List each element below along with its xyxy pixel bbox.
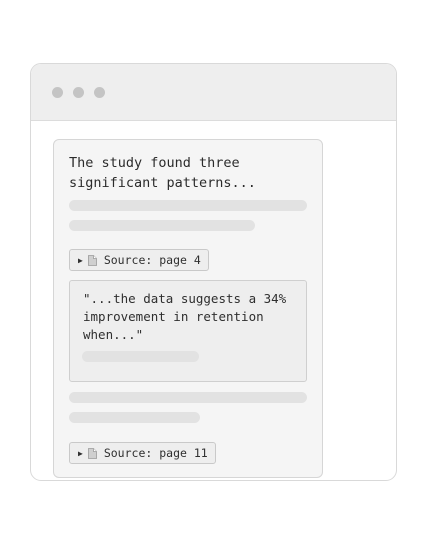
document-icon (87, 254, 97, 266)
source-label: Source: page 4 (103, 253, 201, 267)
browser-window: The study found three significant patter… (30, 63, 397, 481)
source-label: Source: page 11 (103, 446, 208, 460)
answer-lead-text: The study found three significant patter… (69, 155, 256, 191)
document-icon (87, 447, 97, 459)
source-citation-button[interactable]: ▶ Source: page 4 (69, 249, 209, 271)
text-placeholder-line (69, 200, 307, 211)
window-control-dot[interactable] (52, 87, 63, 98)
source-quote-box: "...the data suggests a 34% improvement … (69, 280, 307, 382)
text-placeholder-line (69, 412, 200, 423)
window-control-dot[interactable] (73, 87, 84, 98)
window-control-dot[interactable] (94, 87, 105, 98)
quote-placeholder-line (82, 351, 199, 362)
source-citation-button[interactable]: ▶ Source: page 11 (69, 442, 216, 464)
answer-card: The study found three significant patter… (53, 139, 323, 478)
text-placeholder-line (69, 220, 255, 231)
play-triangle-icon: ▶ (78, 448, 83, 458)
text-placeholder-line (69, 392, 307, 403)
play-triangle-icon: ▶ (78, 255, 83, 265)
quote-text: "...the data suggests a 34% improvement … (83, 291, 287, 342)
window-titlebar (31, 64, 396, 121)
